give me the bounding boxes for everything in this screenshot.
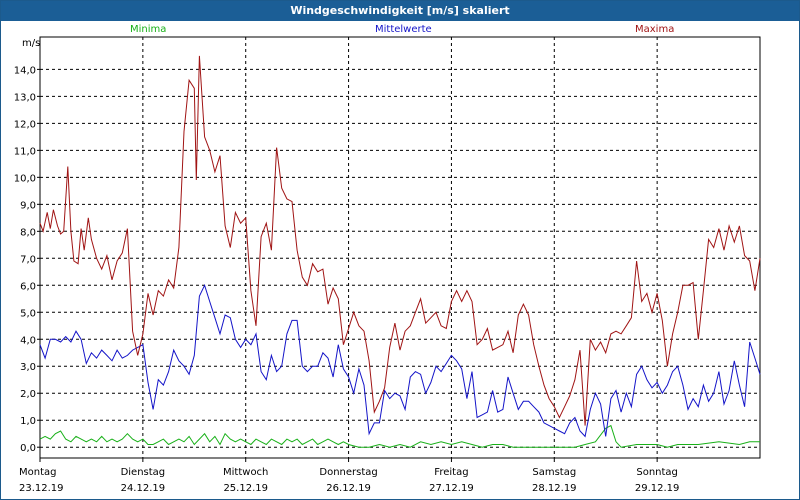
y-tick-label: 0,0 <box>20 443 36 454</box>
x-tick-label-date: 23.12.19 <box>19 483 64 494</box>
y-tick-label: 7,0 <box>20 254 36 265</box>
x-tick-label-day: Samstag <box>532 467 576 478</box>
y-tick-label: 8,0 <box>20 227 36 238</box>
y-tick-label: 13,0 <box>14 92 36 103</box>
y-tick-label: 10,0 <box>14 173 36 184</box>
series-line-mittelwerte <box>39 283 761 438</box>
x-tick-label-date: 26.12.19 <box>326 483 371 494</box>
x-tick-label-date: 24.12.19 <box>121 483 166 494</box>
y-tick-label: 6,0 <box>20 281 36 292</box>
y-axis-label: m/s <box>22 38 40 49</box>
x-tick-label-date: 27.12.19 <box>429 483 474 494</box>
x-tick-label-date: 29.12.19 <box>635 483 680 494</box>
y-tick-label: 11,0 <box>14 146 36 157</box>
y-tick-label: 5,0 <box>20 308 36 319</box>
y-tick-label: 14,0 <box>14 65 36 76</box>
chart-plot: m/s 0,0 1,0 2,0 3,0 4,0 5,0 6,0 7,0 8,0 9,0 10,0 11,… <box>14 36 761 494</box>
y-tick-label: 9,0 <box>20 200 36 211</box>
y-tick-label: 2,0 <box>20 389 36 400</box>
x-tick-label-day: Donnerstag <box>319 467 377 478</box>
series-line-maxima <box>39 55 761 426</box>
x-tick-label-date: 25.12.19 <box>223 483 268 494</box>
x-tick-label-day: Montag <box>19 467 56 478</box>
x-tick-label-day: Dienstag <box>121 467 166 478</box>
y-tick-label: 12,0 <box>14 119 36 130</box>
x-tick-label-day: Sonntag <box>636 467 678 478</box>
y-tick-label: 4,0 <box>20 335 36 346</box>
y-tick-label: 1,0 <box>20 416 36 427</box>
plot-area-border <box>39 36 761 459</box>
x-tick-label-day: Mittwoch <box>223 467 268 478</box>
x-tick-label-date: 28.12.19 <box>532 483 577 494</box>
y-tick-label: 3,0 <box>20 362 36 373</box>
series-line-minima <box>39 424 760 448</box>
x-tick-label-day: Freitag <box>434 467 468 478</box>
